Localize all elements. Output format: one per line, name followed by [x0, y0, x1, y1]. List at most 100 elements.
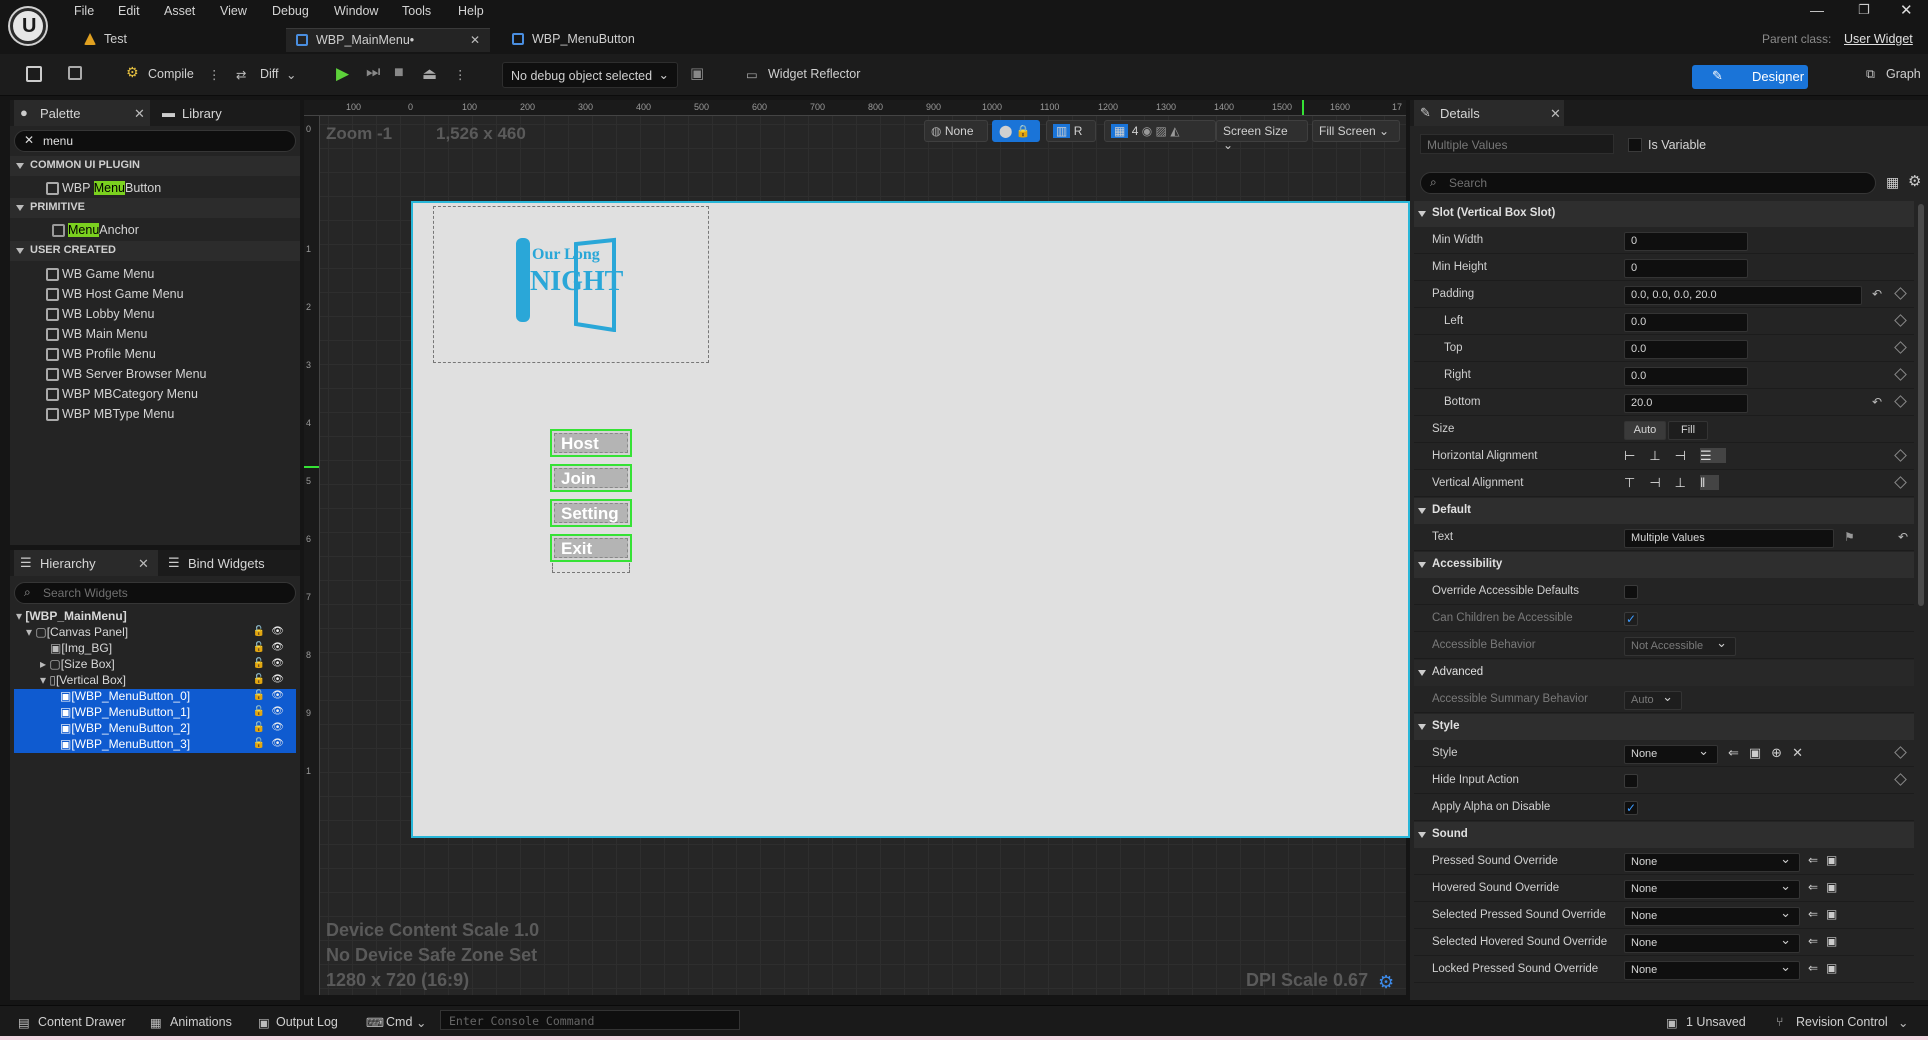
play-icon[interactable]: ▶: [336, 64, 349, 84]
minimize-icon[interactable]: —: [1810, 2, 1824, 18]
menu-button-host[interactable]: Host: [550, 429, 632, 457]
details-search-input[interactable]: ⌕ Search: [1420, 172, 1876, 194]
parent-class-link[interactable]: User Widget: [1844, 32, 1913, 46]
compile-options-icon[interactable]: ⋮: [208, 67, 221, 82]
keyframe-diamond-icon[interactable]: [1894, 341, 1907, 354]
category-user-created[interactable]: USER CREATED: [10, 241, 300, 261]
section-sound[interactable]: Sound: [1414, 822, 1914, 848]
apply-alpha-checkbox[interactable]: ✓: [1624, 801, 1638, 815]
reset-icon[interactable]: ↶: [1898, 530, 1908, 544]
browse-icon[interactable]: [68, 66, 82, 80]
unsaved-button[interactable]: 1 Unsaved: [1686, 1015, 1746, 1029]
palette-item-wbp-menubutton[interactable]: WBP MenuButton: [46, 181, 161, 195]
accessible-behavior-select[interactable]: Not Accessible: [1624, 635, 1736, 656]
fill-screen-dropdown[interactable]: Fill Screen ⌄: [1312, 120, 1400, 142]
step-icon[interactable]: ⏭: [366, 64, 380, 82]
unreal-logo-icon[interactable]: [10, 8, 46, 44]
debug-browse-icon[interactable]: ▣: [690, 64, 704, 82]
children-accessible-checkbox[interactable]: ✓: [1624, 612, 1638, 626]
tab-bind-widgets[interactable]: ☰ Bind Widgets: [162, 550, 296, 576]
eject-icon[interactable]: ⏏: [422, 64, 437, 84]
padding-input[interactable]: 0.0, 0.0, 0.0, 20.0: [1624, 286, 1862, 305]
override-defaults-checkbox[interactable]: [1624, 585, 1638, 599]
hierarchy-row-menubutton-0[interactable]: ▣[WBP_MenuButton_0] 🔓👁: [14, 689, 296, 705]
section-style[interactable]: Style: [1414, 714, 1914, 740]
table-view-icon[interactable]: ▦: [1886, 174, 1899, 191]
keyframe-diamond-icon[interactable]: [1894, 314, 1907, 327]
tab-wbp-menubutton[interactable]: WBP_MenuButton: [502, 28, 702, 52]
compile-icon[interactable]: ⚙: [126, 64, 142, 80]
section-accessibility[interactable]: Accessibility: [1414, 552, 1914, 578]
tab-wbp-mainmenu[interactable]: WBP_MainMenu• ✕: [286, 28, 490, 52]
palette-item-user-1[interactable]: WB Host Game Menu: [46, 287, 184, 301]
tab-library[interactable]: ▬ Library: [156, 100, 286, 126]
lock-visibility-icons[interactable]: 🔓👁: [253, 674, 290, 685]
lock-visibility-icons[interactable]: 🔓👁: [253, 626, 290, 637]
keyframe-diamond-icon[interactable]: [1894, 449, 1907, 462]
v-align-buttons[interactable]: ⊤⊣⊥‖: [1624, 475, 1720, 491]
clear-search-icon[interactable]: ✕: [24, 133, 34, 147]
widget-reflector-button[interactable]: Widget Reflector: [768, 67, 860, 81]
console-input[interactable]: Enter Console Command: [440, 1010, 740, 1030]
style-action-icons[interactable]: ⇐▣⊕✕: [1728, 745, 1813, 761]
hierarchy-row-canvas-panel[interactable]: ▾ ▢[Canvas Panel] 🔓👁: [14, 625, 296, 641]
left-input[interactable]: 0.0: [1624, 313, 1748, 332]
animations-button[interactable]: Animations: [170, 1015, 232, 1029]
asset-action-icons[interactable]: ⇐▣: [1808, 934, 1845, 948]
hierarchy-search-input[interactable]: ⌕ Search Widgets: [14, 582, 296, 604]
menu-asset[interactable]: Asset: [164, 4, 195, 18]
close-tab-icon[interactable]: ✕: [470, 33, 480, 47]
lock-visibility-icons[interactable]: 🔓👁: [253, 658, 290, 669]
palette-item-user-6[interactable]: WBP MBCategory Menu: [46, 387, 198, 401]
screen-size-dropdown[interactable]: Screen Size ⌄: [1216, 120, 1308, 152]
min-width-input[interactable]: 0: [1624, 232, 1748, 251]
is-variable-checkbox[interactable]: [1628, 138, 1642, 152]
pressed-sound-select[interactable]: None: [1624, 851, 1800, 872]
hierarchy-row-menubutton-1[interactable]: ▣[WBP_MenuButton_1] 🔓👁: [14, 705, 296, 721]
palette-item-menuanchor[interactable]: MenuAnchor: [52, 223, 139, 237]
keyframe-diamond-icon[interactable]: [1894, 476, 1907, 489]
locked-pressed-sound-select[interactable]: None: [1624, 959, 1800, 980]
asset-action-icons[interactable]: ⇐▣: [1808, 880, 1845, 894]
chevron-down-icon[interactable]: ⌄: [1898, 1015, 1908, 1030]
category-primitive[interactable]: PRIMITIVE: [10, 198, 300, 218]
h-align-buttons[interactable]: ⊢⊥⊣☰: [1624, 448, 1726, 464]
keyframe-diamond-icon[interactable]: [1894, 368, 1907, 381]
hierarchy-row-size-box[interactable]: ▸ ▢[Size Box] 🔓👁: [14, 657, 296, 673]
summary-behavior-select[interactable]: Auto: [1624, 689, 1682, 710]
asset-action-icons[interactable]: ⇐▣: [1808, 853, 1845, 867]
palette-item-user-2[interactable]: WB Lobby Menu: [46, 307, 154, 321]
section-advanced[interactable]: Advanced: [1414, 660, 1914, 686]
keyframe-diamond-icon[interactable]: [1894, 773, 1907, 786]
lock-toggle[interactable]: ⬤ 🔒: [992, 120, 1040, 142]
hierarchy-row-img-bg[interactable]: ▣[Img_BG] 🔓👁: [14, 641, 296, 657]
size-auto-button[interactable]: Auto: [1624, 421, 1666, 440]
respect-locks-toggle[interactable]: ▥ R: [1046, 120, 1096, 142]
keyframe-diamond-icon[interactable]: [1894, 395, 1907, 408]
min-height-input[interactable]: 0: [1624, 259, 1748, 278]
menu-button-setting[interactable]: Setting: [550, 499, 632, 527]
palette-item-user-3[interactable]: WB Main Menu: [46, 327, 147, 341]
stop-icon[interactable]: ■: [394, 64, 404, 82]
tab-palette[interactable]: ● Palette ✕: [14, 100, 150, 126]
close-details-icon[interactable]: ✕: [1550, 106, 1561, 122]
lock-visibility-icons[interactable]: 🔓👁: [253, 738, 290, 749]
grid-snap-toggle[interactable]: ▦ 4 ◉ ▨ ◭: [1104, 120, 1216, 142]
section-slot[interactable]: Slot (Vertical Box Slot): [1414, 201, 1914, 227]
designer-button[interactable]: ✎ Designer: [1692, 65, 1808, 89]
details-scrollbar[interactable]: [1918, 204, 1924, 606]
category-common-ui[interactable]: COMMON UI PLUGIN: [10, 156, 300, 176]
output-log-button[interactable]: Output Log: [276, 1015, 338, 1029]
flag-icon[interactable]: ⚑: [1844, 530, 1855, 544]
chevron-down-icon[interactable]: ⌄: [416, 1015, 426, 1030]
compile-button[interactable]: Compile: [148, 67, 194, 81]
style-select[interactable]: None: [1624, 743, 1718, 764]
right-input[interactable]: 0.0: [1624, 367, 1748, 386]
keyframe-diamond-icon[interactable]: [1894, 287, 1907, 300]
palette-item-user-4[interactable]: WB Profile Menu: [46, 347, 156, 361]
bg-color-dropdown[interactable]: ◍ None: [924, 120, 988, 142]
selected-hovered-sound-select[interactable]: None: [1624, 932, 1800, 953]
menu-tools[interactable]: Tools: [402, 4, 431, 18]
revision-control-button[interactable]: Revision Control: [1796, 1015, 1888, 1029]
widget-name-field[interactable]: Multiple Values: [1420, 134, 1614, 154]
